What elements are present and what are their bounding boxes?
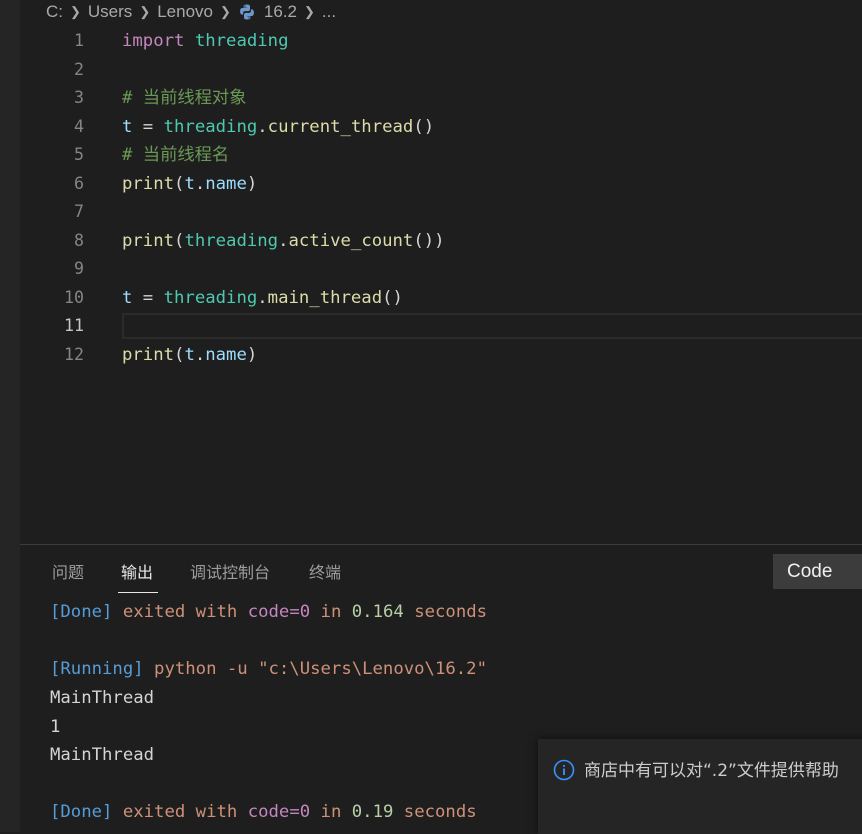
tab-debug-console[interactable]: 调试控制台	[190, 561, 270, 585]
output-channel-select[interactable]: Code	[773, 554, 862, 589]
code-line[interactable]: 3 # 当前线程对象	[20, 84, 862, 112]
code-text: import threading	[122, 31, 289, 51]
line-number: 9	[74, 259, 84, 278]
info-icon	[553, 759, 575, 781]
line-number: 8	[74, 230, 84, 250]
output-line: MainThread	[50, 688, 155, 708]
output-line: 1	[50, 717, 61, 737]
code-text: print(t.name)	[122, 344, 258, 365]
line-number-active: 11	[64, 316, 84, 335]
activity-strip	[0, 0, 20, 832]
panel-tabs: 问题 输出 调试控制台 终端 Code	[20, 545, 862, 599]
tab-problems[interactable]: 问题	[52, 561, 84, 585]
output-line: [Running] python -u "c:\Users\Lenovo\16.…	[50, 659, 487, 679]
code-line[interactable]: 10 t = threading.main_thread()	[20, 284, 862, 312]
breadcrumb-users[interactable]: Users	[86, 2, 134, 22]
code-text: print(t.name)	[122, 173, 258, 194]
code-line[interactable]: 1 import threading	[20, 27, 862, 55]
current-code-line[interactable]: 11	[20, 312, 862, 340]
active-tab-indicator	[118, 592, 158, 593]
tab-terminal[interactable]: 终端	[309, 561, 341, 585]
line-number: 2	[74, 59, 84, 79]
code-line[interactable]: 12 print(t.name)	[20, 341, 862, 369]
code-line[interactable]: 4 t = threading.current_thread()	[20, 113, 862, 141]
code-line[interactable]: 5 # 当前线程名	[20, 141, 862, 169]
chevron-right-icon: ❯	[304, 4, 315, 19]
code-line[interactable]: 9	[20, 255, 862, 283]
line-number: 7	[74, 202, 84, 221]
code-comment: # 当前线程对象	[122, 88, 247, 108]
output-line: [Done] exited with code=0 in 0.19 second…	[50, 802, 477, 822]
code-line[interactable]: 8 print(threading.active_count())	[20, 227, 862, 255]
line-number: 5	[74, 145, 84, 164]
code-editor[interactable]: 1 import threading 2 3 # 当前线程对象 4 t = th…	[20, 27, 862, 544]
notification-message: 商店中有可以对“.2”文件提供帮助	[584, 761, 839, 781]
current-line-highlight	[122, 313, 862, 339]
breadcrumb: C: ❯ Users ❯ Lenovo ❯ 16.2 ❯ ...	[44, 0, 338, 24]
line-number: 10	[64, 287, 84, 307]
code-comment: # 当前线程名	[122, 145, 230, 165]
line-number: 3	[74, 88, 84, 107]
code-line[interactable]: 6 print(t.name)	[20, 170, 862, 198]
code-text: print(threading.active_count())	[122, 230, 445, 251]
chevron-right-icon: ❯	[220, 4, 231, 19]
code-line[interactable]: 7	[20, 198, 862, 226]
breadcrumb-drive[interactable]: C:	[44, 2, 65, 22]
breadcrumb-symbol[interactable]: ...	[320, 2, 338, 22]
notification-toast[interactable]: 商店中有可以对“.2”文件提供帮助	[538, 739, 862, 834]
code-text: t = threading.current_thread()	[122, 116, 435, 137]
chevron-right-icon: ❯	[139, 4, 151, 19]
output-line: MainThread	[50, 745, 155, 765]
tab-output[interactable]: 输出	[121, 561, 153, 585]
code-text: t = threading.main_thread()	[122, 287, 403, 308]
chevron-right-icon: ❯	[70, 4, 81, 19]
line-number: 12	[64, 344, 84, 364]
line-number: 1	[74, 31, 84, 50]
output-line: [Done] exited with code=0 in 0.164 secon…	[50, 602, 488, 622]
line-number: 4	[74, 116, 84, 136]
code-line[interactable]: 2	[20, 56, 862, 84]
line-number: 6	[74, 173, 84, 193]
python-file-icon	[240, 4, 254, 20]
breadcrumb-file[interactable]: 16.2	[262, 2, 299, 22]
breadcrumb-lenovo[interactable]: Lenovo	[155, 2, 215, 22]
